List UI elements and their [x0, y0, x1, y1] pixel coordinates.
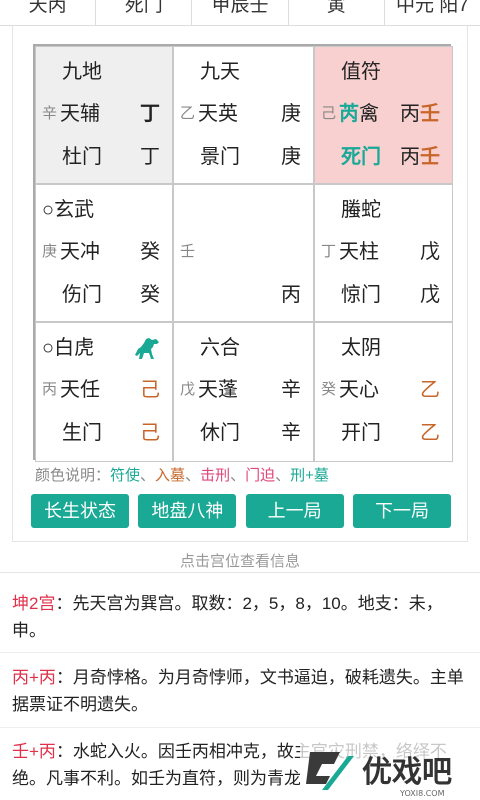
- palace-star: 天冲: [60, 241, 100, 263]
- palace-star-stem: 己: [140, 379, 160, 401]
- description-key: 壬+丙: [12, 742, 56, 761]
- palace-god: 九地: [62, 61, 102, 83]
- palace-earth-stem: 丙: [281, 284, 301, 306]
- palace-center[interactable]: 壬 丙: [173, 184, 314, 322]
- legend-menpo: 门迫: [245, 467, 276, 484]
- palace-door: 惊门: [341, 284, 381, 306]
- palace-god: 太阴: [341, 337, 381, 359]
- top-cell-2: 死门: [96, 0, 193, 25]
- palace-star-stem-b: 壬: [420, 103, 440, 125]
- palace-door-stem: 戊: [420, 284, 440, 306]
- top-cell-5: 中元 阳7: [395, 0, 469, 16]
- action-buttons: 长生状态 地盘八神 上一局 下一局: [31, 494, 451, 528]
- palace-star-stem: 丁: [140, 103, 160, 125]
- palace-door-stem: 辛: [281, 422, 301, 444]
- palace-heaven-stem: 癸: [321, 381, 337, 398]
- palace-god: ○玄武: [42, 199, 95, 221]
- palace-door-stem: 丁: [140, 146, 160, 168]
- palace-star-b: 禽: [359, 103, 379, 125]
- palace-star-a: 芮: [339, 103, 359, 125]
- nine-palace-grid: 九地 辛 天辅 丁 杜门 丁 九天 乙 天英 庚 景门 庚 值符 己 芮禽 丙壬…: [33, 44, 453, 462]
- palace-star: 天辅: [60, 103, 100, 125]
- palace-god: 六合: [200, 337, 240, 359]
- legend-xingmu: 刑+墓: [290, 467, 329, 484]
- palace-star: 天任: [60, 379, 100, 401]
- palace-god: 九天: [200, 61, 240, 83]
- top-cell-3: 甲辰壬: [192, 0, 289, 25]
- palace-dui[interactable]: 螣蛇 丁 天柱 戊 惊门 戊: [314, 184, 453, 322]
- description-1: 坤2宫：先天宫为巽宫。取数：2，5，8，10。地支：未，申。: [12, 590, 472, 644]
- description-key: 丙+丙: [12, 668, 56, 687]
- palace-star: 天心: [339, 379, 379, 401]
- palace-god: ○白虎: [42, 337, 95, 359]
- divider: [0, 727, 480, 728]
- legend-rumu: 入墓: [155, 467, 186, 484]
- palace-star: 天蓬: [198, 379, 238, 401]
- palace-li[interactable]: 九天 乙 天英 庚 景门 庚: [173, 46, 314, 184]
- palace-door: 死门: [341, 146, 381, 168]
- palace-star-stem: 癸: [140, 241, 160, 263]
- next-ju-button[interactable]: 下一局: [352, 494, 451, 528]
- top-cell-4: 寅: [289, 0, 385, 25]
- palace-heaven-stem: 乙: [180, 105, 196, 122]
- palace-door: 生门: [62, 422, 102, 444]
- palace-qian[interactable]: 太阴 癸 天心 乙 开门 乙: [314, 322, 453, 462]
- top-cell-1: 天丙: [0, 0, 97, 25]
- palace-heaven-stem: 壬: [180, 243, 196, 260]
- board-card: 九地 辛 天辅 丁 杜门 丁 九天 乙 天英 庚 景门 庚 值符 己 芮禽 丙壬…: [12, 26, 468, 542]
- watermark-sub: YOXI8.COM: [399, 789, 445, 798]
- palace-star-stem: 辛: [281, 379, 301, 401]
- palace-gen[interactable]: ○白虎 丙 天任 己 生门 己: [35, 322, 173, 462]
- palace-door: 景门: [200, 146, 240, 168]
- watermark-text: 优戏吧: [362, 755, 452, 790]
- palace-heaven-stem: 己: [321, 105, 337, 122]
- prev-ju-button[interactable]: 上一局: [245, 494, 344, 528]
- legend-prefix: 颜色说明：: [35, 467, 111, 484]
- palace-kun[interactable]: 值符 己 芮禽 丙壬 死门 丙壬: [314, 46, 453, 184]
- description-text: ：月奇悖格。为月奇悖师，文书逼迫，破耗遗失。主单据票证不明遗失。: [12, 668, 464, 714]
- palace-xun[interactable]: 九地 辛 天辅 丁 杜门 丁: [35, 46, 173, 184]
- palace-heaven-stem: 辛: [42, 105, 58, 122]
- palace-door: 杜门: [62, 146, 102, 168]
- divider: [0, 572, 480, 573]
- top-info-strip: 天丙 死门 甲辰壬 寅 中元 阳7: [0, 0, 480, 26]
- color-legend: 颜色说明：符使、入墓、击刑、门迫、刑+墓: [35, 467, 329, 484]
- watermark-logo: 优戏吧 YOXI8.COM: [300, 742, 480, 800]
- palace-god: 值符: [341, 61, 381, 83]
- palace-zhen[interactable]: ○玄武 庚 天冲 癸 伤门 癸: [35, 184, 173, 322]
- palace-door-stem-b: 壬: [420, 146, 440, 168]
- description-2: 丙+丙：月奇悖格。为月奇悖师，文书逼迫，破耗遗失。主单据票证不明遗失。: [12, 664, 472, 718]
- palace-god: 螣蛇: [341, 199, 381, 221]
- legend-fushi: 符使: [110, 467, 141, 484]
- description-key: 坤2宫: [12, 594, 56, 613]
- palace-heaven-stem: 庚: [42, 243, 58, 260]
- palace-star-stem: 庚: [281, 103, 301, 125]
- changsheng-status-button[interactable]: 长生状态: [31, 494, 129, 528]
- palace-heaven-stem: 丙: [42, 381, 58, 398]
- palace-star-stem: 戊: [420, 241, 440, 263]
- description-text: ：先天宫为巽宫。取数：2，5，8，10。地支：未，申。: [12, 594, 443, 640]
- palace-door-stem: 癸: [140, 284, 160, 306]
- tap-hint: 点击宫位查看信息: [179, 553, 300, 570]
- palace-kan[interactable]: 六合 戊 天蓬 辛 休门 辛: [173, 322, 314, 462]
- palace-star: 天柱: [339, 241, 379, 263]
- palace-door-stem: 己: [140, 422, 160, 444]
- palace-star-stem-a: 丙: [400, 103, 420, 125]
- palace-door: 休门: [200, 422, 240, 444]
- palace-door-stem: 庚: [281, 146, 301, 168]
- palace-heaven-stem: 戊: [180, 381, 196, 398]
- palace-heaven-stem: 丁: [321, 243, 337, 260]
- dipan-bashen-button[interactable]: 地盘八神: [138, 494, 237, 528]
- palace-door: 开门: [341, 422, 381, 444]
- palace-door-stem: 乙: [420, 422, 440, 444]
- palace-star-stem: 乙: [420, 379, 440, 401]
- legend-jixing: 击刑: [200, 467, 231, 484]
- divider: [0, 652, 480, 653]
- palace-door: 伤门: [62, 284, 102, 306]
- horse-icon: [135, 338, 159, 359]
- palace-star: 天英: [198, 103, 238, 125]
- palace-door-stem-a: 丙: [400, 146, 420, 168]
